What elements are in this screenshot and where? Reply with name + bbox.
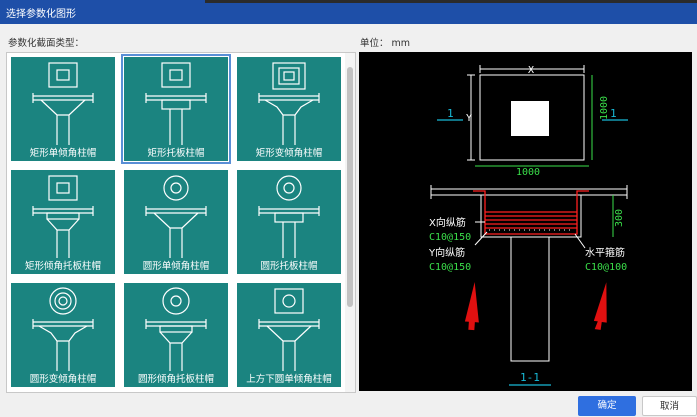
title-bar-accent <box>205 0 697 3</box>
shape-rect-drop-panel-cap[interactable]: 矩形托板柱帽 <box>121 54 231 164</box>
x-rebar-label: X向纵筋 <box>429 216 466 229</box>
red-arrow-icon <box>464 282 479 331</box>
y-axis-label: Y <box>466 113 472 124</box>
shape-label: 矩形托板柱帽 <box>147 148 205 159</box>
shape-gallery: 矩形单倾角柱帽 矩形托板柱帽 矩形变倾角柱帽 矩形倾角托板柱帽 圆形单倾角柱帽 … <box>6 52 356 393</box>
section-mark-right: 1 <box>610 107 617 120</box>
shape-round-slope-drop-panel-cap[interactable]: 圆形倾角托板柱帽 <box>124 283 228 387</box>
y-rebar-label: Y向纵筋 <box>428 246 465 259</box>
title-bar: 选择参数化图形 <box>0 0 697 24</box>
shape-label: 圆形倾角托板柱帽 <box>137 374 214 385</box>
x-axis-label: X <box>528 65 534 76</box>
ok-button[interactable]: 确定 <box>578 396 636 416</box>
x-rebar-spec: C10@150 <box>429 232 471 243</box>
shape-label: 矩形单倾角柱帽 <box>29 148 97 159</box>
shape-label: 圆形单倾角柱帽 <box>142 261 210 272</box>
stirrup-label: 水平箍筋 <box>585 246 625 259</box>
stirrup-spec: C10@100 <box>585 262 627 273</box>
gallery-scrollbar-thumb[interactable] <box>347 67 353 307</box>
shape-round-single-slope-cap[interactable]: 圆形单倾角柱帽 <box>124 170 228 274</box>
shape-label: 矩形变倾角柱帽 <box>255 148 323 159</box>
gallery-scrollbar[interactable] <box>345 53 355 392</box>
window-title: 选择参数化图形 <box>6 9 76 20</box>
preview-drawing: X Y 1000 1000 1 1 300 X向纵筋 C10@150 Y向纵筋 … <box>359 52 692 391</box>
shape-round-drop-panel-cap[interactable]: 圆形托板柱帽 <box>237 170 341 274</box>
shape-rect-slope-drop-panel-cap[interactable]: 矩形倾角托板柱帽 <box>11 170 115 274</box>
column-section <box>511 101 549 136</box>
dim-thickness: 300 <box>614 209 625 227</box>
red-arrow-icon <box>593 282 607 330</box>
shape-label: 矩形倾角托板柱帽 <box>24 261 101 272</box>
shape-label: 圆形托板柱帽 <box>260 261 318 272</box>
section-mark-left: 1 <box>447 107 454 120</box>
shape-round-variable-slope-cap[interactable]: 圆形变倾角柱帽 <box>11 283 115 387</box>
section-title: 1-1 <box>520 371 540 384</box>
cancel-button[interactable]: 取消 <box>642 396 697 416</box>
shape-label: 圆形变倾角柱帽 <box>29 374 97 385</box>
shape-square-top-round-bottom-cap[interactable]: 上方下圆单倾角柱帽 <box>237 283 341 387</box>
section-type-label: 参数化截面类型： <box>8 38 85 49</box>
shape-rect-variable-slope-cap[interactable]: 矩形变倾角柱帽 <box>237 57 341 161</box>
shape-rect-single-slope-cap[interactable]: 矩形单倾角柱帽 <box>11 57 115 161</box>
y-rebar-spec: C10@150 <box>429 262 471 273</box>
dim-width: 1000 <box>516 167 540 178</box>
shape-label: 上方下圆单倾角柱帽 <box>246 374 332 385</box>
cad-drawing: X Y 1000 1000 1 1 300 X向纵筋 C10@150 Y向纵筋 … <box>428 65 628 386</box>
unit-label: 单位： mm <box>360 38 411 49</box>
dim-height: 1000 <box>599 96 610 120</box>
